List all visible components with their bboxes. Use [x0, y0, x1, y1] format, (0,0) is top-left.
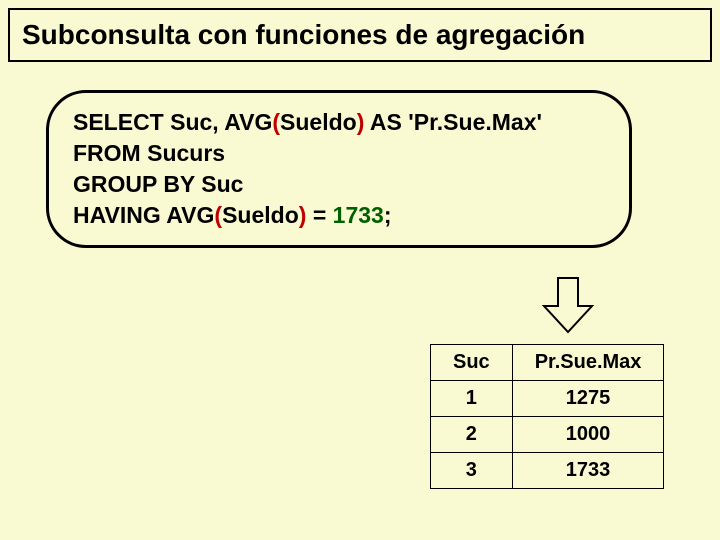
- arg-2: Sueldo: [222, 202, 299, 228]
- kw-select: SELECT: [73, 109, 170, 135]
- arg-1: Sueldo: [280, 109, 357, 135]
- sql-line-select: SELECT Suc, AVG(Sueldo) AS 'Pr.Sue.Max': [73, 107, 605, 138]
- kw-as: AS: [364, 109, 408, 135]
- sql-box: SELECT Suc, AVG(Sueldo) AS 'Pr.Sue.Max' …: [46, 90, 632, 248]
- title-box: Subconsulta con funciones de agregación: [8, 8, 712, 62]
- select-cols: Suc, AVG: [170, 109, 272, 135]
- col-header-prsuemax: Pr.Sue.Max: [512, 345, 664, 381]
- kw-having: HAVING AVG: [73, 202, 214, 228]
- table-header-row: Suc Pr.Sue.Max: [431, 345, 664, 381]
- paren-open-1: (: [272, 109, 280, 135]
- sql-line-having: HAVING AVG(Sueldo) = 1733;: [73, 200, 605, 231]
- table-row: 1 1275: [431, 381, 664, 417]
- alias-text: Pr.Sue.Max: [414, 109, 537, 135]
- cell: 1733: [512, 453, 664, 489]
- table-row: 2 1000: [431, 417, 664, 453]
- col-header-suc: Suc: [431, 345, 513, 381]
- paren-open-2: (: [214, 202, 222, 228]
- cell: 1000: [512, 417, 664, 453]
- cell: 3: [431, 453, 513, 489]
- sql-line-group: GROUP BY Suc: [73, 169, 605, 200]
- result-table-wrap: Suc Pr.Sue.Max 1 1275 2 1000 3 1733: [430, 344, 664, 489]
- having-value: 1733: [333, 202, 384, 228]
- cell: 2: [431, 417, 513, 453]
- semicolon: ;: [384, 202, 392, 228]
- alias-close: ': [537, 109, 542, 135]
- sql-line-from: FROM Sucurs: [73, 138, 605, 169]
- slide-title: Subconsulta con funciones de agregación: [22, 18, 698, 52]
- arrow-down-icon: [540, 276, 596, 334]
- cell: 1275: [512, 381, 664, 417]
- result-table: Suc Pr.Sue.Max 1 1275 2 1000 3 1733: [430, 344, 664, 489]
- eq-sign: =: [306, 202, 332, 228]
- cell: 1: [431, 381, 513, 417]
- table-row: 3 1733: [431, 453, 664, 489]
